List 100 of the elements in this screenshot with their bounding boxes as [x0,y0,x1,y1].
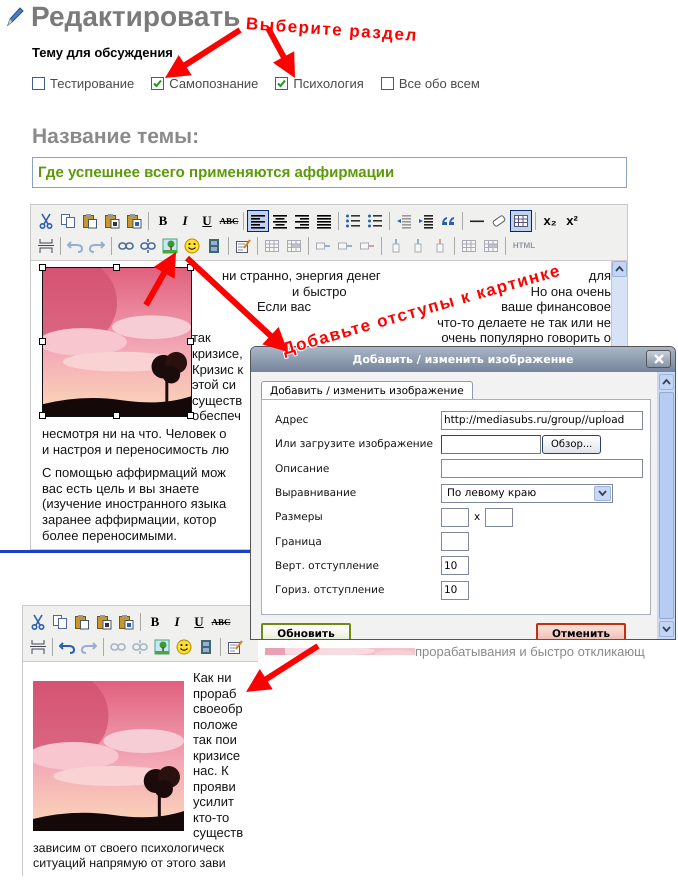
film-icon [198,638,214,654]
copy-icon [60,212,76,228]
superscript-button[interactable]: x² [561,210,583,232]
align-left-icon [250,212,266,228]
text-line: прояви [193,778,236,794]
align-select[interactable]: По левому краю [441,484,613,503]
text-line: существ [193,825,244,840]
checkbox-label: Самопознание [169,76,258,91]
text-fragment: для [588,268,611,284]
strikethrough-button[interactable]: ABC [218,210,240,232]
checkbox-label: Тестирование [50,76,134,91]
subscript-button[interactable]: x₂ [539,210,561,232]
text-input[interactable]: http://mediasubs.ru/group//upload [441,410,643,430]
edit-document-icon [235,238,251,254]
outdent-icon [396,212,412,228]
text-fragment: Если вас [257,299,311,315]
resize-handle[interactable] [113,264,120,271]
text-line: вас есть цель и вы знаете [42,480,200,496]
field-label: Верт. отступление [275,560,380,572]
field-label: Граница [275,536,323,548]
edit-document-icon [227,638,243,654]
text-line: и настроя и переносимость лю [42,442,229,458]
number-input[interactable]: 10 [441,556,469,576]
browse-button[interactable]: Обзор... [542,434,602,454]
align-center-icon [272,212,288,228]
section-label: Тему для обсуждения [32,45,174,60]
resize-handle[interactable] [39,338,46,345]
page-break-icon [30,638,46,654]
close-icon [654,354,664,364]
checkbox-label: Психология [293,76,364,91]
text-line: нас. К [193,763,229,778]
image-icon [154,638,170,654]
close-button[interactable] [646,350,671,368]
bullet-list-icon [345,212,361,228]
italic-button[interactable]: I [174,210,196,232]
size-separator: x [474,511,480,524]
smiley-icon [176,638,192,654]
text-line: своеобр [193,701,243,716]
checkbox[interactable] [151,77,164,90]
height-input[interactable] [485,508,514,527]
text-line: (изучение иностранного языка [42,496,226,512]
table-cells-icon [483,238,499,254]
scissors-icon [30,614,46,630]
chevron-down-icon [598,490,607,496]
field-label: Размеры [275,511,324,524]
text-line: заранее аффирмации, котор [42,512,216,528]
file-input[interactable] [441,434,541,454]
text-line: более переносимыми. [42,528,178,544]
align-justify-icon [316,212,332,228]
text-fragment: этой си [192,377,236,393]
resize-handle[interactable] [39,264,46,271]
text-line: кто-то [193,810,230,825]
text-line: зависим от своего психологическ [33,840,224,856]
cancel-button[interactable]: Отменить [536,623,626,639]
strikethrough-button[interactable]: ABC [210,610,232,632]
checkbox[interactable] [380,77,394,90]
resize-handle[interactable] [113,412,120,419]
field-label: Выравнивание [275,487,358,500]
text-fragment: и быстро [292,284,347,300]
text-fragment: ваше финансовое [501,299,611,315]
toolbar-button[interactable] [247,210,269,232]
text-line: усилит [193,794,234,810]
bold-button[interactable]: B [152,210,174,232]
toolbar-button[interactable] [510,210,532,232]
clipboard-document-icon [118,614,134,630]
image-icon [162,238,178,254]
dialog-tab[interactable]: Добавить / изменить изображение [261,381,473,399]
checkbox[interactable] [32,77,45,90]
table-cells-icon [286,238,302,254]
clipboard-document-icon [126,212,142,228]
bold-button[interactable]: B [144,610,166,632]
text-fragment: существ [192,392,242,408]
text-line: так пои [193,732,237,748]
scrollbar[interactable] [657,372,675,639]
resize-handle[interactable] [187,412,194,419]
checkbox[interactable] [275,77,288,90]
annotation-text: Выберите раздел [245,14,418,46]
number-input[interactable]: 10 [441,580,469,600]
numbered-list-icon [367,212,383,228]
checkbox-label: Все обо всем [398,76,480,91]
field-label: Описание [275,462,330,475]
table-icon [513,212,529,228]
table-icon [264,238,280,254]
text-input[interactable] [441,459,643,478]
clipboard-text-icon [104,212,120,228]
update-button[interactable]: Обновить [261,623,351,639]
field-label: Адрес [275,414,310,426]
underline-button[interactable]: U [188,610,210,632]
number-input[interactable] [441,532,469,552]
horizontal-rule-icon [469,218,485,222]
scroll-up-icon [615,266,624,272]
resize-handle[interactable] [39,412,46,419]
width-input[interactable] [441,508,469,527]
text-line: С помощью аффирмаций мож [42,465,226,481]
align-right-icon [294,212,310,228]
text-line: прорабатывания и быстро откликающ [415,645,645,658]
underline-button[interactable]: U [196,210,218,232]
resize-handle[interactable] [187,338,194,345]
italic-button[interactable]: I [166,610,188,632]
scroll-up-icon [662,379,670,385]
